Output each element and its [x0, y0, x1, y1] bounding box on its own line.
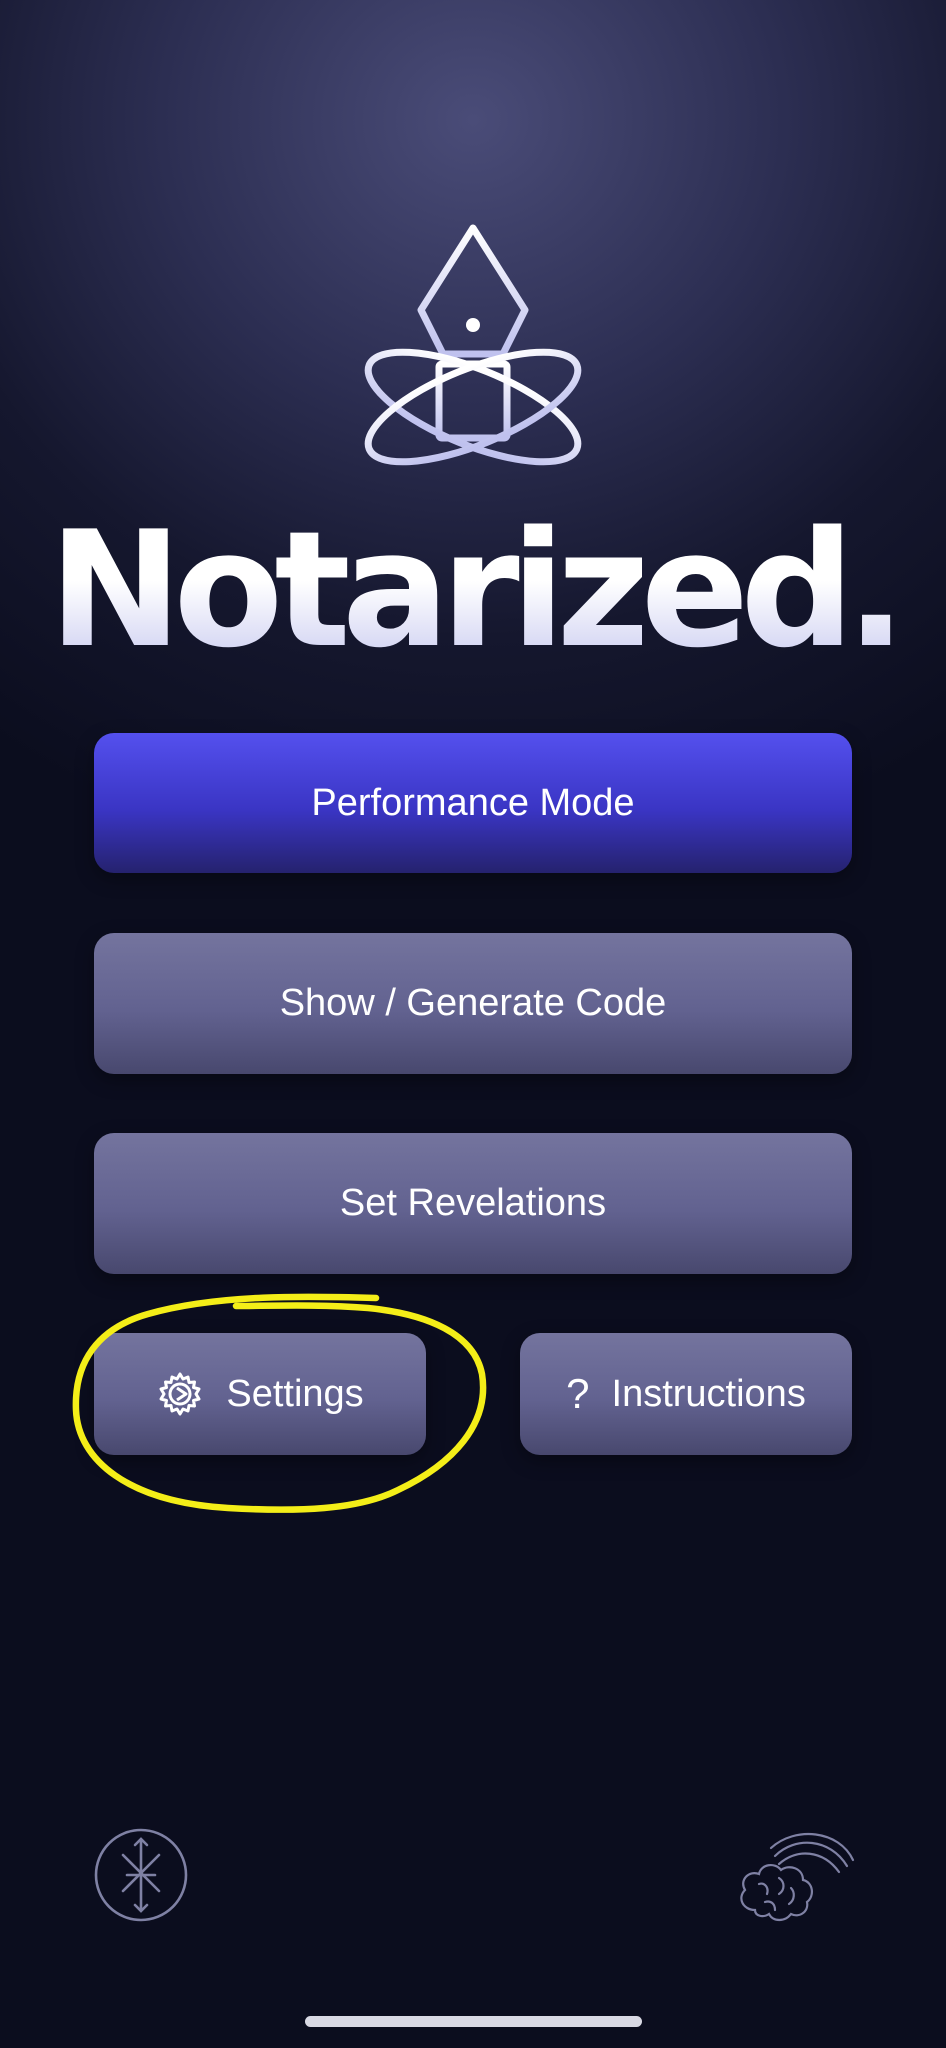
settings-label: Settings — [226, 1372, 364, 1415]
instructions-label: Instructions — [611, 1372, 806, 1415]
fountain-pen-orbit-icon — [364, 224, 582, 466]
question-mark-icon: ? — [566, 1370, 590, 1417]
compass-cross-icon[interactable] — [93, 1827, 189, 1923]
set-revelations-label: Set Revelations — [339, 1182, 607, 1224]
set-revelations-button[interactable]: Set Revelations — [94, 1133, 852, 1274]
app-title: Notarized. — [0, 500, 946, 680]
gear-icon — [156, 1370, 204, 1418]
settings-button[interactable]: Settings — [94, 1333, 426, 1455]
home-screen: Notarized. Performance Mode Show / Gener… — [0, 0, 946, 2048]
show-generate-code-button[interactable]: Show / Generate Code — [94, 933, 852, 1074]
instructions-button[interactable]: ? Instructions — [520, 1333, 852, 1455]
show-generate-code-label: Show / Generate Code — [279, 982, 667, 1024]
brain-signal-icon[interactable] — [735, 1826, 855, 1926]
home-indicator[interactable] — [305, 2016, 642, 2027]
performance-mode-label: Performance Mode — [311, 781, 635, 824]
performance-mode-button[interactable]: Performance Mode — [94, 733, 852, 873]
